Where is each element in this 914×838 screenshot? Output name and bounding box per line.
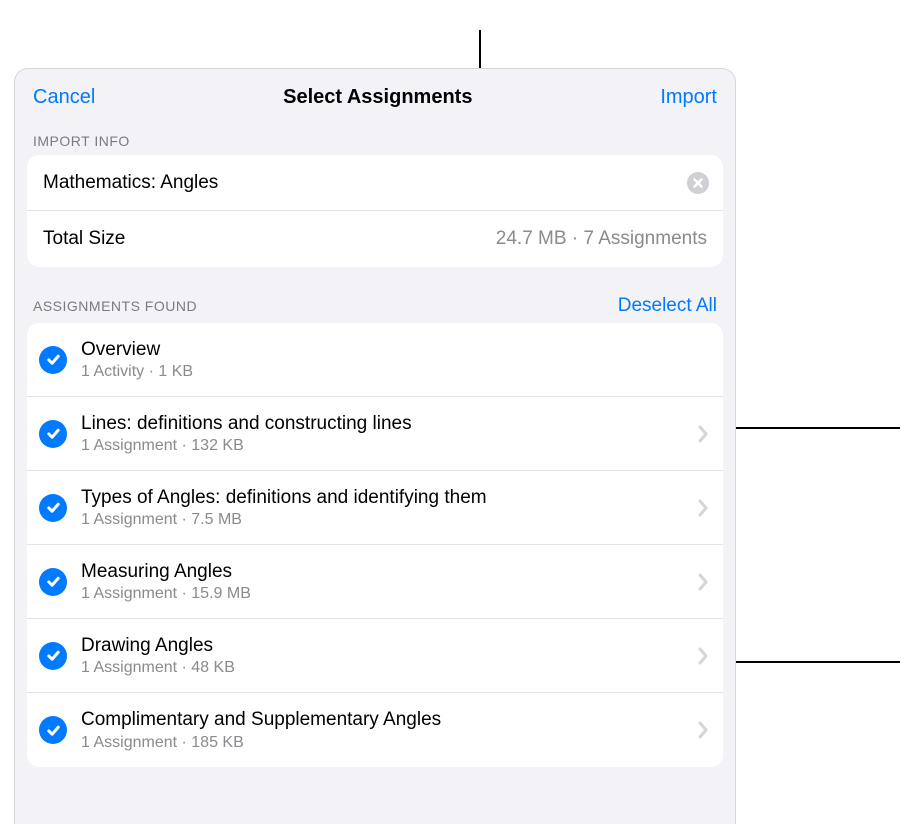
total-size-label: Total Size (43, 228, 125, 250)
assignment-subtitle: 1 Assignment · 15.9 MB (81, 585, 697, 603)
checkmark-icon[interactable] (39, 568, 67, 596)
chevron-right-icon[interactable] (697, 424, 709, 444)
assignment-row[interactable]: Complimentary and Supplementary Angles 1 … (27, 693, 723, 767)
assignment-title: Overview (81, 338, 709, 362)
assignment-text: Complimentary and Supplementary Angles 1 … (81, 708, 697, 752)
total-size-row: Total Size 24.7 MB · 7 Assignments (27, 211, 723, 267)
assignment-title: Measuring Angles (81, 560, 697, 584)
assignment-subtitle: 1 Assignment · 132 KB (81, 437, 697, 455)
section-header-import-info: IMPORT INFO (15, 125, 735, 155)
assignment-text: Drawing Angles1 Assignment · 48 KB (81, 634, 697, 678)
assignment-subtitle: 1 Assignment · 48 KB (81, 659, 697, 677)
assignment-row[interactable]: Lines: definitions and constructing line… (27, 397, 723, 471)
assignment-text: Overview1 Activity · 1 KB (81, 338, 709, 382)
import-name-input[interactable] (43, 172, 707, 194)
assignment-title: Lines: definitions and constructing line… (81, 412, 697, 436)
import-button[interactable]: Import (660, 86, 717, 109)
chevron-right-icon[interactable] (697, 498, 709, 518)
assignment-subtitle: 1 Assignment · 185 KB (81, 734, 697, 752)
cancel-button[interactable]: Cancel (33, 86, 95, 109)
assignment-text: Lines: definitions and constructing line… (81, 412, 697, 456)
nav-bar: Cancel Select Assignments Import (15, 69, 735, 125)
stage: Cancel Select Assignments Import IMPORT … (0, 0, 914, 838)
page-title: Select Assignments (283, 86, 472, 109)
checkmark-icon[interactable] (39, 420, 67, 448)
assignment-row[interactable]: Drawing Angles1 Assignment · 48 KB (27, 619, 723, 693)
checkmark-icon[interactable] (39, 494, 67, 522)
checkmark-icon[interactable] (39, 716, 67, 744)
total-size-value: 24.7 MB · 7 Assignments (496, 228, 707, 250)
assignment-text: Types of Angles: definitions and identif… (81, 486, 697, 530)
deselect-all-button[interactable]: Deselect All (618, 295, 717, 317)
checkmark-icon[interactable] (39, 346, 67, 374)
assignments-list: Overview1 Activity · 1 KB Lines: definiti… (27, 323, 723, 767)
chevron-right-icon[interactable] (697, 572, 709, 592)
chevron-right-icon[interactable] (697, 646, 709, 666)
section-header-assignments-found: ASSIGNMENTS FOUND Deselect All (15, 267, 735, 323)
assignment-row[interactable]: Overview1 Activity · 1 KB (27, 323, 723, 397)
clear-text-icon[interactable] (687, 172, 709, 194)
assignment-title: Complimentary and Supplementary Angles (81, 708, 697, 732)
import-info-card: Total Size 24.7 MB · 7 Assignments (27, 155, 723, 267)
assignment-subtitle: 1 Assignment · 7.5 MB (81, 511, 697, 529)
assignments-found-label: ASSIGNMENTS FOUND (33, 298, 197, 314)
assignment-title: Types of Angles: definitions and identif… (81, 486, 697, 510)
assignment-text: Measuring Angles1 Assignment · 15.9 MB (81, 560, 697, 604)
assignment-row[interactable]: Measuring Angles1 Assignment · 15.9 MB (27, 545, 723, 619)
select-assignments-panel: Cancel Select Assignments Import IMPORT … (14, 68, 736, 824)
import-name-row (27, 155, 723, 211)
assignment-subtitle: 1 Activity · 1 KB (81, 363, 709, 381)
assignment-title: Drawing Angles (81, 634, 697, 658)
chevron-right-icon[interactable] (697, 720, 709, 740)
assignment-row[interactable]: Types of Angles: definitions and identif… (27, 471, 723, 545)
checkmark-icon[interactable] (39, 642, 67, 670)
